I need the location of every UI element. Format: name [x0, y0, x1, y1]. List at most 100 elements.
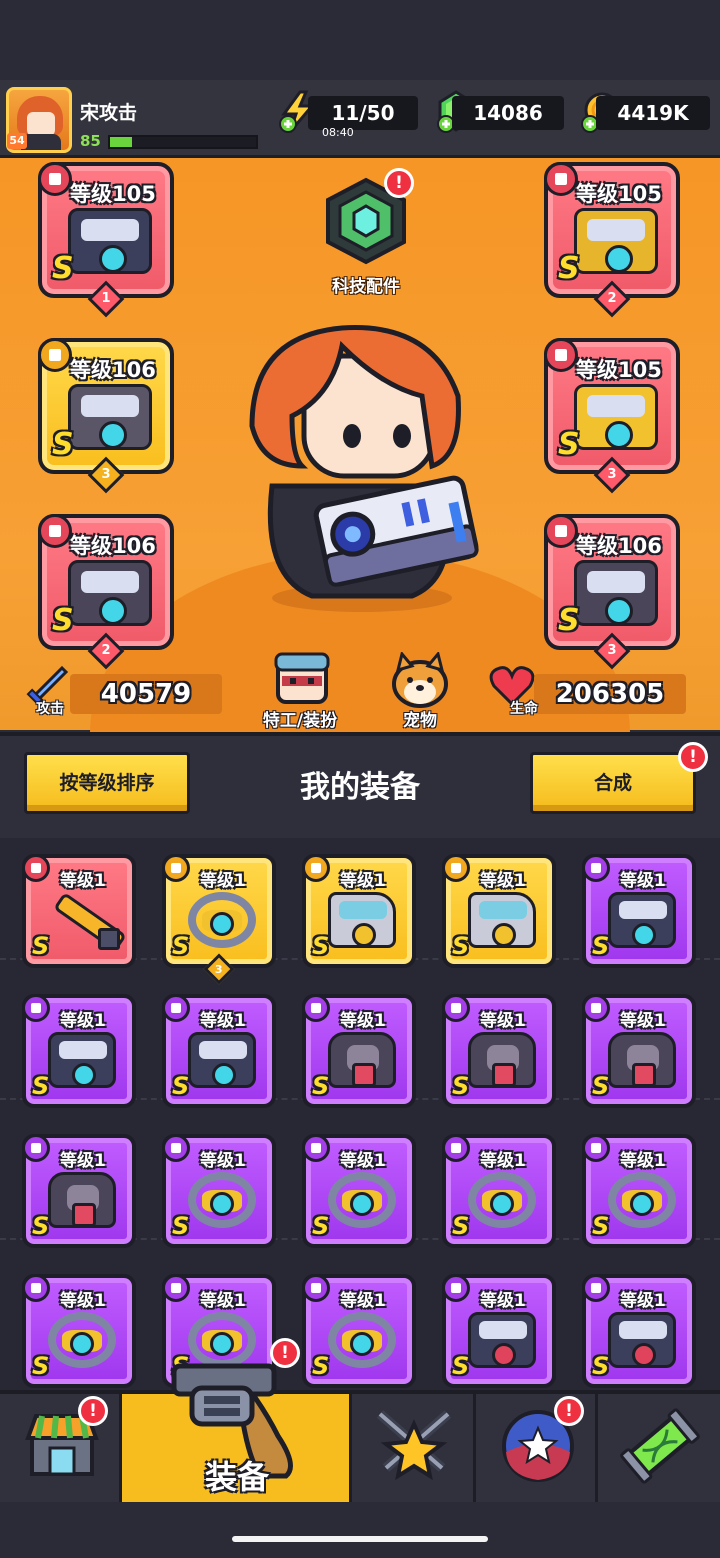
equip-slot-boots[interactable]: 等级106 S 3 [544, 514, 680, 670]
inventory-item[interactable]: 等级1 S [162, 1134, 276, 1248]
inventory-item[interactable]: 等级1 S [582, 994, 696, 1108]
tech-parts-label: 科技配件 [332, 277, 400, 297]
gun-icon [68, 208, 152, 274]
rank-badge: S [52, 603, 74, 638]
rank-badge: S [172, 1212, 190, 1240]
belt-icon [328, 1312, 396, 1368]
boots-type-icon [544, 514, 578, 548]
gem-value: 14086 [473, 101, 543, 125]
merge-button[interactable]: 合成 [530, 752, 696, 814]
equip-slot-weapon[interactable]: 等级105 S 1 [38, 162, 174, 318]
inventory-item[interactable]: 等级1 S [302, 1134, 416, 1248]
rank-badge: S [592, 932, 610, 960]
item-type-icon [22, 994, 50, 1022]
inventory-item[interactable]: 等级1 S [582, 854, 696, 968]
dna-tube-icon[interactable] [620, 1406, 700, 1486]
armor-icon [48, 1172, 116, 1228]
hp-value: 206305 [555, 679, 665, 709]
ring-icon [188, 1172, 256, 1228]
attack-label: 攻击 [36, 701, 64, 717]
crossed-swords-star-icon[interactable] [372, 1408, 456, 1484]
xp-bar [108, 135, 258, 149]
pet-label[interactable]: 宠物 [380, 706, 460, 731]
inventory-item[interactable]: 等级1 S 3 [162, 854, 276, 985]
item-type-icon [582, 854, 610, 882]
slot-level: 等级105 [70, 182, 156, 206]
xp-bar-fill [110, 137, 132, 147]
inventory-item[interactable]: 等级1 S [582, 1134, 696, 1248]
rank-badge: S [558, 427, 580, 462]
item-type-icon [582, 1134, 610, 1162]
rank-badge: S [558, 603, 580, 638]
inventory-item[interactable]: 等级1 S [582, 1274, 696, 1388]
inventory-item[interactable]: 等级1 S [22, 854, 136, 968]
item-level: 等级1 [480, 1011, 526, 1031]
belt-icon [574, 384, 658, 450]
slot-level: 等级105 [576, 182, 662, 206]
item-level: 等级1 [200, 1291, 246, 1311]
gem-counter: 14086 [452, 96, 564, 130]
item-level: 等级1 [620, 871, 666, 891]
gun-icon [608, 892, 676, 948]
item-level: 等级1 [340, 1011, 386, 1031]
item-type-icon [582, 994, 610, 1022]
item-level: 等级1 [480, 1291, 526, 1311]
belt-icon [48, 1312, 116, 1368]
home-bar-area [0, 1502, 720, 1558]
item-type-icon [162, 994, 190, 1022]
item-level: 等级1 [480, 871, 526, 891]
belt-icon [468, 1172, 536, 1228]
item-type-icon [22, 854, 50, 882]
item-type-icon [302, 1274, 330, 1302]
item-level: 等级1 [340, 871, 386, 891]
inventory-item[interactable]: 等级1 S [442, 1274, 556, 1388]
rank-badge: S [452, 932, 470, 960]
inventory-item[interactable]: 等级1 S [302, 854, 416, 968]
energy-counter: 11/50 [308, 96, 418, 130]
rank-badge: S [312, 1212, 330, 1240]
item-level: 等级1 [480, 1151, 526, 1171]
energy-value: 11/50 [331, 101, 395, 125]
inventory-item[interactable]: 等级1 S [442, 1134, 556, 1248]
rank-badge: S [52, 427, 74, 462]
tech-alert-badge: ! [384, 168, 414, 198]
equip-slot-belt[interactable]: 等级105 S 3 [544, 338, 680, 494]
item-level: 等级1 [620, 1151, 666, 1171]
tab-equipment-label[interactable]: 装备 [122, 1452, 352, 1498]
inventory-item[interactable]: 等级1 S [442, 854, 556, 968]
rank-badge: S [172, 1072, 190, 1100]
rank-badge: S [32, 932, 50, 960]
agent-outfit-label[interactable]: 特工/装扮 [248, 706, 352, 731]
gun-icon [48, 1032, 116, 1088]
item-type-icon [302, 1134, 330, 1162]
agent-outfit-icon[interactable] [270, 650, 334, 706]
player-name: 宋攻击 [80, 102, 138, 124]
item-level: 等级1 [340, 1151, 386, 1171]
energy-timer: 08:40 [322, 126, 354, 139]
inventory-item[interactable]: 等级1 S [22, 994, 136, 1108]
inventory-item[interactable]: 等级1 S [22, 1274, 136, 1388]
rank-badge: S [312, 1072, 330, 1100]
sort-by-level-button[interactable]: 按等级排序 [24, 752, 190, 814]
inventory-item[interactable]: 等级1 S [302, 1274, 416, 1388]
rank-badge: S [312, 932, 330, 960]
equip-slot-gloves[interactable]: 等级106 S 2 [38, 514, 174, 670]
item-level: 等级1 [60, 1291, 106, 1311]
equip-slot-necklace[interactable]: 等级106 S 3 [38, 338, 174, 494]
avatar-level-badge: 54 [7, 133, 27, 149]
heart-icon [468, 1312, 536, 1368]
inventory-item[interactable]: 等级1 S [22, 1134, 136, 1248]
rank-badge: S [32, 1072, 50, 1100]
inventory-item[interactable]: 等级1 S [302, 994, 416, 1108]
coin-value: 4419K [617, 101, 689, 125]
hero-character[interactable] [232, 316, 492, 616]
equip-slot-armor[interactable]: 等级105 S 2 [544, 162, 680, 318]
pet-dog-icon[interactable] [388, 652, 452, 708]
inventory-item[interactable]: 等级1 S [162, 994, 276, 1108]
gauntlet-icon [468, 892, 536, 948]
inventory-item[interactable]: 等级1 S [442, 994, 556, 1108]
rank-badge: S [592, 1212, 610, 1240]
item-type-icon [162, 1274, 190, 1302]
item-type-icon [22, 1274, 50, 1302]
home-indicator[interactable] [232, 1536, 488, 1542]
